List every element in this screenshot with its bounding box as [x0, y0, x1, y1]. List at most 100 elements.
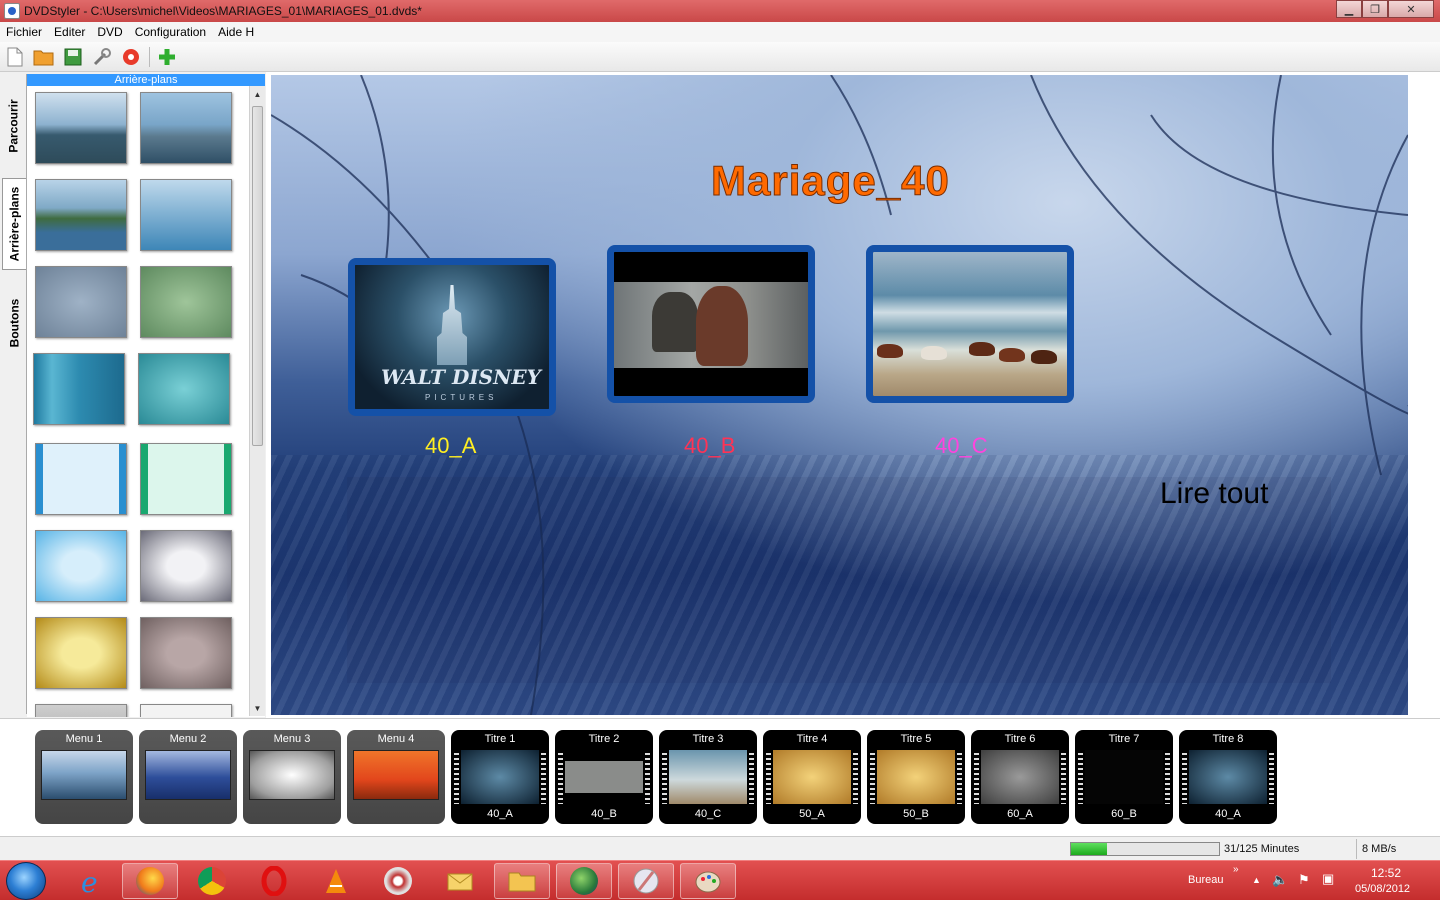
- menu-tile-2[interactable]: Menu 2: [139, 730, 237, 824]
- menu-aide[interactable]: Aide H: [212, 25, 260, 39]
- menu-dvd[interactable]: DVD: [91, 25, 128, 39]
- chrome-icon[interactable]: [184, 863, 240, 899]
- volume-icon[interactable]: 🔈: [1272, 872, 1288, 888]
- play-all-button[interactable]: Lire tout: [1160, 477, 1268, 511]
- start-button[interactable]: [6, 862, 46, 900]
- disc-usage-progress: [1070, 842, 1220, 856]
- svg-text:e: e: [81, 866, 98, 896]
- backgrounds-grid: [27, 86, 265, 717]
- menu-bar: Fichier Editer DVD Configuration Aide H: [0, 22, 1440, 42]
- button-label-40-b[interactable]: 40_B: [684, 433, 735, 459]
- menu-tile-4[interactable]: Menu 4: [347, 730, 445, 824]
- tab-arriere-plans[interactable]: Arrière-plans: [2, 178, 26, 270]
- backgrounds-panel: Arrière-plans: [27, 74, 265, 717]
- clock-date[interactable]: 05/08/2012: [1355, 883, 1410, 895]
- toolbar: [0, 42, 1440, 72]
- background-thumbnail[interactable]: [33, 353, 125, 425]
- menu-title[interactable]: Mariage_40: [711, 157, 950, 205]
- scroll-up-arrow-icon[interactable]: ▲: [250, 86, 265, 102]
- clock-time[interactable]: 12:52: [1371, 866, 1401, 880]
- dvdstyler-app-icon[interactable]: [4, 3, 20, 19]
- tile-caption: Menu 4: [377, 733, 415, 745]
- background-thumbnail[interactable]: [35, 266, 127, 338]
- title-tile-8[interactable]: Titre 8 40_A: [1179, 730, 1277, 824]
- tab-parcourir[interactable]: Parcourir: [2, 80, 26, 172]
- menu-canvas[interactable]: Mariage_40 WALT DISNEY PICTURES 40_A 40_…: [271, 75, 1408, 715]
- title-tile-6[interactable]: Titre 6 60_A: [971, 730, 1069, 824]
- burn-icon[interactable]: [120, 46, 142, 68]
- button-label-40-a[interactable]: 40_A: [425, 433, 476, 459]
- file-explorer-icon[interactable]: [494, 863, 550, 899]
- tab-boutons[interactable]: Boutons: [2, 288, 26, 358]
- background-thumbnail[interactable]: [140, 179, 232, 251]
- background-thumbnail[interactable]: [35, 92, 127, 164]
- scrollbar-thumb[interactable]: [252, 106, 263, 446]
- windows-taskbar: e Bureau » ▲ 🔈 ⚑ ▣ 12:52 05/08/2012: [0, 860, 1440, 900]
- status-bar: 31/125 Minutes 8 MB/s: [0, 836, 1440, 860]
- title-tile-1[interactable]: Titre 1 40_A: [451, 730, 549, 824]
- minimize-button[interactable]: ▁: [1336, 0, 1362, 18]
- status-separator: [1356, 839, 1357, 859]
- title-tile-4[interactable]: Titre 4 50_A: [763, 730, 861, 824]
- menu-configuration[interactable]: Configuration: [129, 25, 212, 39]
- menu-thumbnail: [353, 750, 439, 800]
- background-thumbnail[interactable]: [140, 443, 232, 515]
- action-center-flag-icon[interactable]: ⚑: [1298, 872, 1310, 888]
- menu-thumbnail: [145, 750, 231, 800]
- network-icon[interactable]: ▣: [1322, 871, 1334, 887]
- menu-fichier[interactable]: Fichier: [0, 25, 48, 39]
- menu-tile-1[interactable]: Menu 1: [35, 730, 133, 824]
- background-thumbnail[interactable]: [35, 704, 127, 717]
- button-label-40-c[interactable]: 40_C: [935, 433, 988, 459]
- title-tile-5[interactable]: Titre 5 50_B: [867, 730, 965, 824]
- background-thumbnail[interactable]: [35, 617, 127, 689]
- globe-app-icon[interactable]: [556, 863, 612, 899]
- menu-button-40-c[interactable]: [866, 245, 1074, 403]
- background-thumbnail[interactable]: [140, 92, 232, 164]
- title-thumbnail: [669, 750, 747, 804]
- desktop-toolbar-label[interactable]: Bureau: [1188, 874, 1223, 886]
- menu-button-40-a[interactable]: WALT DISNEY PICTURES: [348, 258, 556, 416]
- background-thumbnail[interactable]: [140, 617, 232, 689]
- background-thumbnail[interactable]: [140, 704, 232, 717]
- menu-button-40-b[interactable]: [607, 245, 815, 403]
- tray-expand-icon[interactable]: ▲: [1252, 875, 1261, 885]
- mail-icon[interactable]: [432, 863, 488, 899]
- new-icon[interactable]: [4, 46, 26, 68]
- tile-subcaption: 40_A: [487, 808, 513, 820]
- add-icon[interactable]: [156, 46, 178, 68]
- title-tile-7[interactable]: Titre 7 60_B: [1075, 730, 1173, 824]
- background-thumbnail[interactable]: [35, 443, 127, 515]
- background-thumbnail[interactable]: [138, 353, 230, 425]
- restore-button[interactable]: ❐: [1362, 0, 1388, 18]
- background-thumbnail[interactable]: [140, 530, 232, 602]
- background-thumbnail[interactable]: [35, 179, 127, 251]
- toolbar-expand-icon[interactable]: »: [1233, 864, 1239, 875]
- opera-icon[interactable]: [246, 863, 302, 899]
- background-thumbnail[interactable]: [35, 530, 127, 602]
- background-thumbnail[interactable]: [140, 266, 232, 338]
- horse-icon: [1031, 350, 1057, 364]
- duration-readout: 31/125 Minutes: [1224, 843, 1300, 855]
- vlc-icon[interactable]: [308, 863, 364, 899]
- paint-icon[interactable]: [680, 863, 736, 899]
- open-icon[interactable]: [33, 46, 55, 68]
- window-title: DVDStyler - C:\Users\michel\Videos\MARIA…: [24, 4, 422, 18]
- tile-subcaption: 60_A: [1007, 808, 1033, 820]
- menu-tile-3[interactable]: Menu 3: [243, 730, 341, 824]
- tab-arriere-plans-label: Arrière-plans: [7, 186, 22, 262]
- tile-caption: Menu 2: [169, 733, 207, 745]
- title-tile-2[interactable]: Titre 2 40_B: [555, 730, 653, 824]
- backgrounds-scrollbar[interactable]: ▲ ▼: [249, 86, 265, 716]
- scroll-down-arrow-icon[interactable]: ▼: [250, 700, 265, 716]
- settings-icon[interactable]: [91, 46, 113, 68]
- firefox-icon[interactable]: [122, 863, 178, 899]
- title-tile-3[interactable]: Titre 3 40_C: [659, 730, 757, 824]
- menu-editer[interactable]: Editer: [48, 25, 91, 39]
- burning-app-icon[interactable]: [370, 863, 426, 899]
- internet-explorer-icon[interactable]: e: [62, 863, 118, 899]
- close-button[interactable]: ✕: [1388, 0, 1434, 18]
- dvdstyler-taskbar-icon[interactable]: [618, 863, 674, 899]
- horses-beach-thumbnail: [873, 252, 1067, 396]
- save-icon[interactable]: [62, 46, 84, 68]
